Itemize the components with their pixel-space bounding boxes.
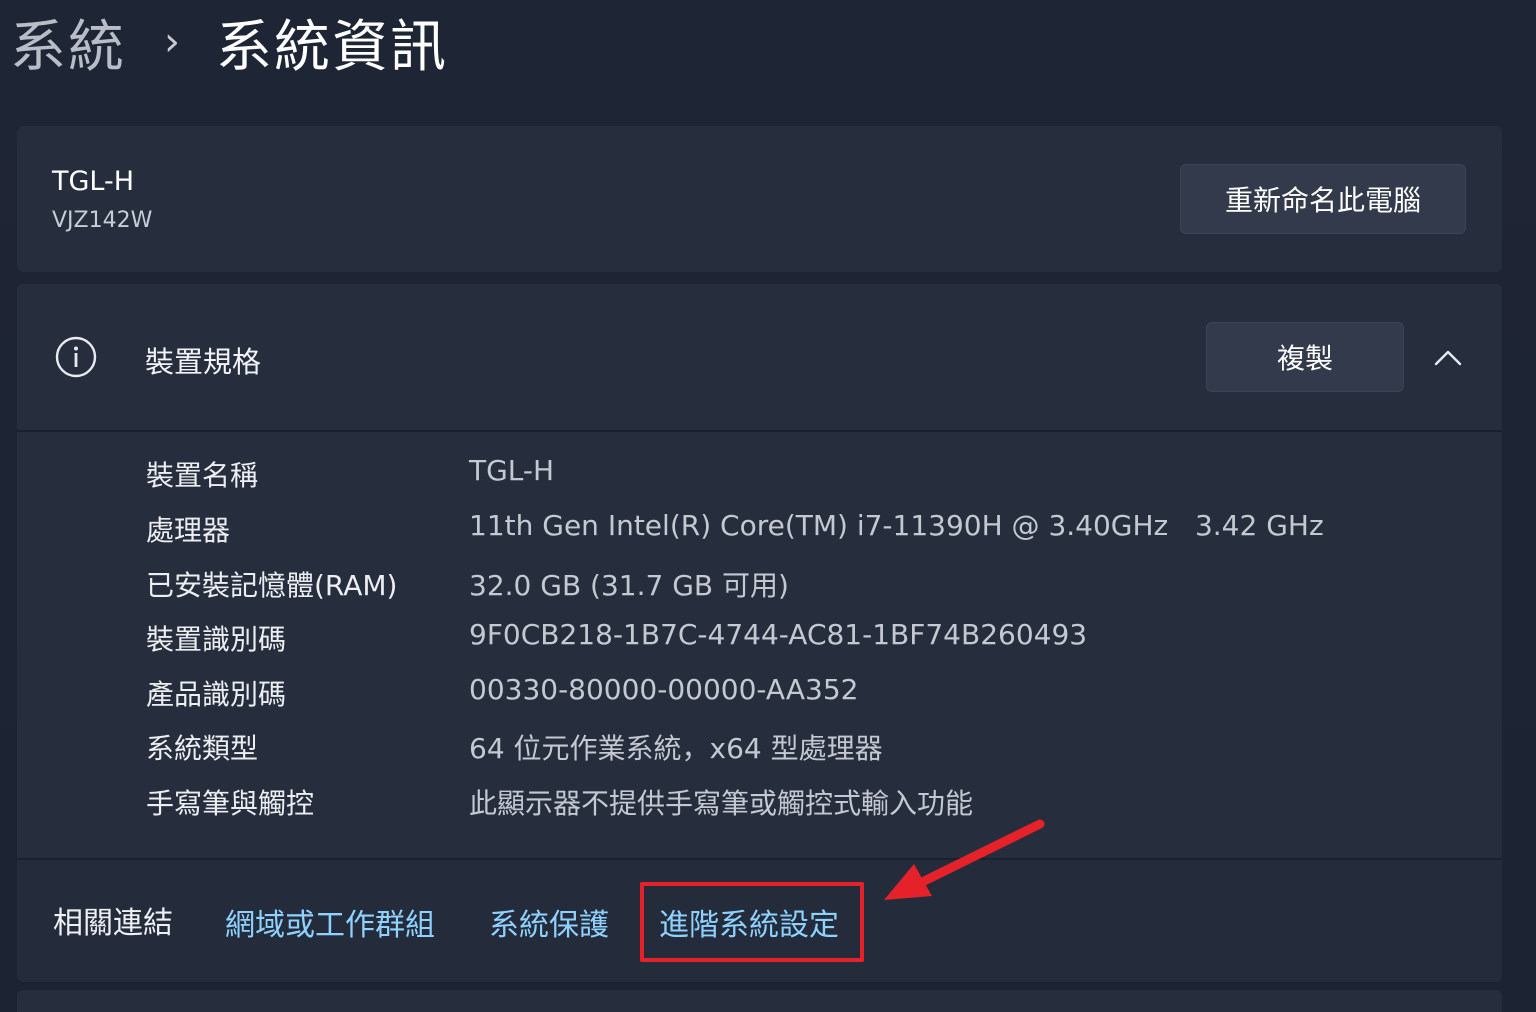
device-specs-list: 裝置名稱 TGL-H 處理器 11th Gen Intel(R) Core(TM… (17, 432, 1502, 856)
breadcrumb-chevron-icon: › (164, 19, 182, 65)
breadcrumb: 系統 › 系統資訊 (10, 6, 448, 80)
spec-value[interactable]: 11th Gen Intel(R) Core(TM) i7-11390H @ 3… (469, 509, 1324, 542)
spec-row-product-id: 產品識別碼 00330-80000-00000-AA352 (17, 665, 1502, 719)
device-specs-title: 裝置規格 (145, 345, 262, 379)
device-name: TGL-H (52, 166, 135, 197)
rename-pc-button[interactable]: 重新命名此電腦 (1180, 164, 1466, 234)
spec-value[interactable]: 00330-80000-00000-AA352 (469, 673, 858, 706)
spec-value[interactable]: 9F0CB218-1B7C-4744-AC81-1BF74B260493 (469, 618, 1087, 651)
related-links: 相關連結 網域或工作群組 系統保護 進階系統設定 (17, 858, 1502, 982)
spec-value[interactable]: 64 位元作業系統，x64 型處理器 (469, 727, 883, 767)
spec-label: 已安裝記憶體(RAM) (146, 569, 398, 602)
device-specs-header[interactable]: 裝置規格 複製 (17, 284, 1502, 432)
breadcrumb-parent[interactable]: 系統 (10, 2, 126, 83)
copy-button[interactable]: 複製 (1206, 322, 1404, 392)
device-model: VJZ142W (52, 208, 153, 233)
domain-workgroup-link[interactable]: 網域或工作群組 (225, 900, 435, 944)
next-card (17, 990, 1502, 1012)
spec-row-ram: 已安裝記憶體(RAM) 32.0 GB (31.7 GB 可用) (17, 556, 1502, 610)
system-protection-link[interactable]: 系統保護 (489, 900, 609, 944)
page-title: 系統資訊 (216, 14, 448, 80)
related-links-label: 相關連結 (53, 906, 173, 941)
spec-row-system-type: 系統類型 64 位元作業系統，x64 型處理器 (17, 719, 1502, 773)
settings-page: 系統 › 系統資訊 TGL-H VJZ142W 重新命名此電腦 裝置規格 複製 … (0, 0, 1536, 1012)
advanced-system-settings-link[interactable]: 進階系統設定 (659, 900, 839, 944)
info-icon (55, 336, 97, 378)
spec-label: 裝置名稱 (146, 459, 259, 492)
device-specs-card: 裝置規格 複製 裝置名稱 TGL-H 處理器 11th Gen Intel(R)… (17, 284, 1502, 982)
annotation-arrow-icon (884, 819, 1045, 900)
spec-row-device-id: 裝置識別碼 9F0CB218-1B7C-4744-AC81-1BF74B2604… (17, 610, 1502, 664)
spec-label: 系統類型 (146, 732, 259, 765)
spec-row-processor: 處理器 11th Gen Intel(R) Core(TM) i7-11390H… (17, 501, 1502, 555)
spec-label: 處理器 (146, 514, 231, 547)
spec-label: 手寫筆與觸控 (146, 787, 315, 820)
device-card: TGL-H VJZ142W 重新命名此電腦 (17, 126, 1502, 272)
spec-row-device-name: 裝置名稱 TGL-H (17, 446, 1502, 500)
spec-label: 裝置識別碼 (146, 623, 287, 656)
spec-value[interactable]: TGL-H (469, 454, 554, 487)
spec-value[interactable]: 32.0 GB (31.7 GB 可用) (469, 564, 789, 604)
spec-label: 產品識別碼 (146, 678, 287, 711)
spec-row-pen-touch: 手寫筆與觸控 此顯示器不提供手寫筆或觸控式輸入功能 (17, 774, 1502, 828)
chevron-up-icon[interactable] (1433, 344, 1463, 370)
